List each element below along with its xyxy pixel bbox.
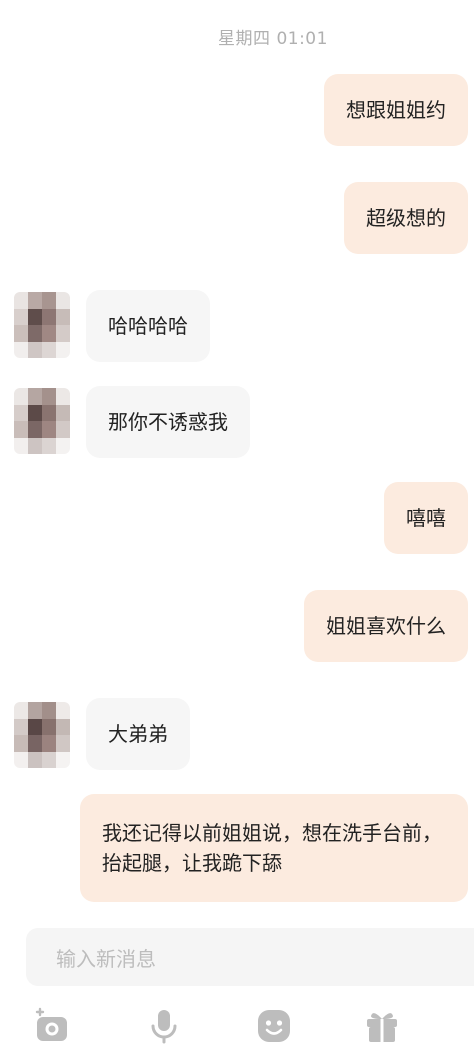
- outgoing-message-bubble[interactable]: 超级想的: [344, 182, 468, 254]
- contact-avatar[interactable]: [14, 702, 70, 768]
- message-input[interactable]: 输入新消息 发: [26, 928, 474, 986]
- chat-screen: 星期四 01:01 想跟姐姐约 超级想的 哈哈哈哈 那你不诱惑我 嘻嘻 姐姐喜欢…: [0, 0, 474, 1062]
- outgoing-message-bubble[interactable]: 姐姐喜欢什么: [304, 590, 468, 662]
- input-toolbar: [0, 996, 474, 1062]
- outgoing-message-bubble[interactable]: 嘻嘻: [384, 482, 468, 554]
- microphone-icon[interactable]: [144, 1006, 184, 1046]
- contact-avatar[interactable]: [14, 292, 70, 358]
- message-input-placeholder: 输入新消息: [56, 946, 156, 971]
- incoming-message-bubble[interactable]: 大弟弟: [86, 698, 190, 770]
- outgoing-message-bubble[interactable]: 想跟姐姐约: [324, 74, 468, 146]
- message-timestamp: 星期四 01:01: [218, 29, 328, 49]
- gift-icon[interactable]: [362, 1006, 402, 1046]
- contact-avatar[interactable]: [14, 388, 70, 454]
- camera-plus-icon[interactable]: [32, 1006, 72, 1046]
- emoji-icon[interactable]: [254, 1006, 294, 1046]
- incoming-message-bubble[interactable]: 那你不诱惑我: [86, 386, 250, 458]
- incoming-message-bubble[interactable]: 哈哈哈哈: [86, 290, 210, 362]
- outgoing-message-bubble[interactable]: 我还记得以前姐姐说，想在洗手台前，抬起腿，让我跪下舔: [80, 794, 468, 902]
